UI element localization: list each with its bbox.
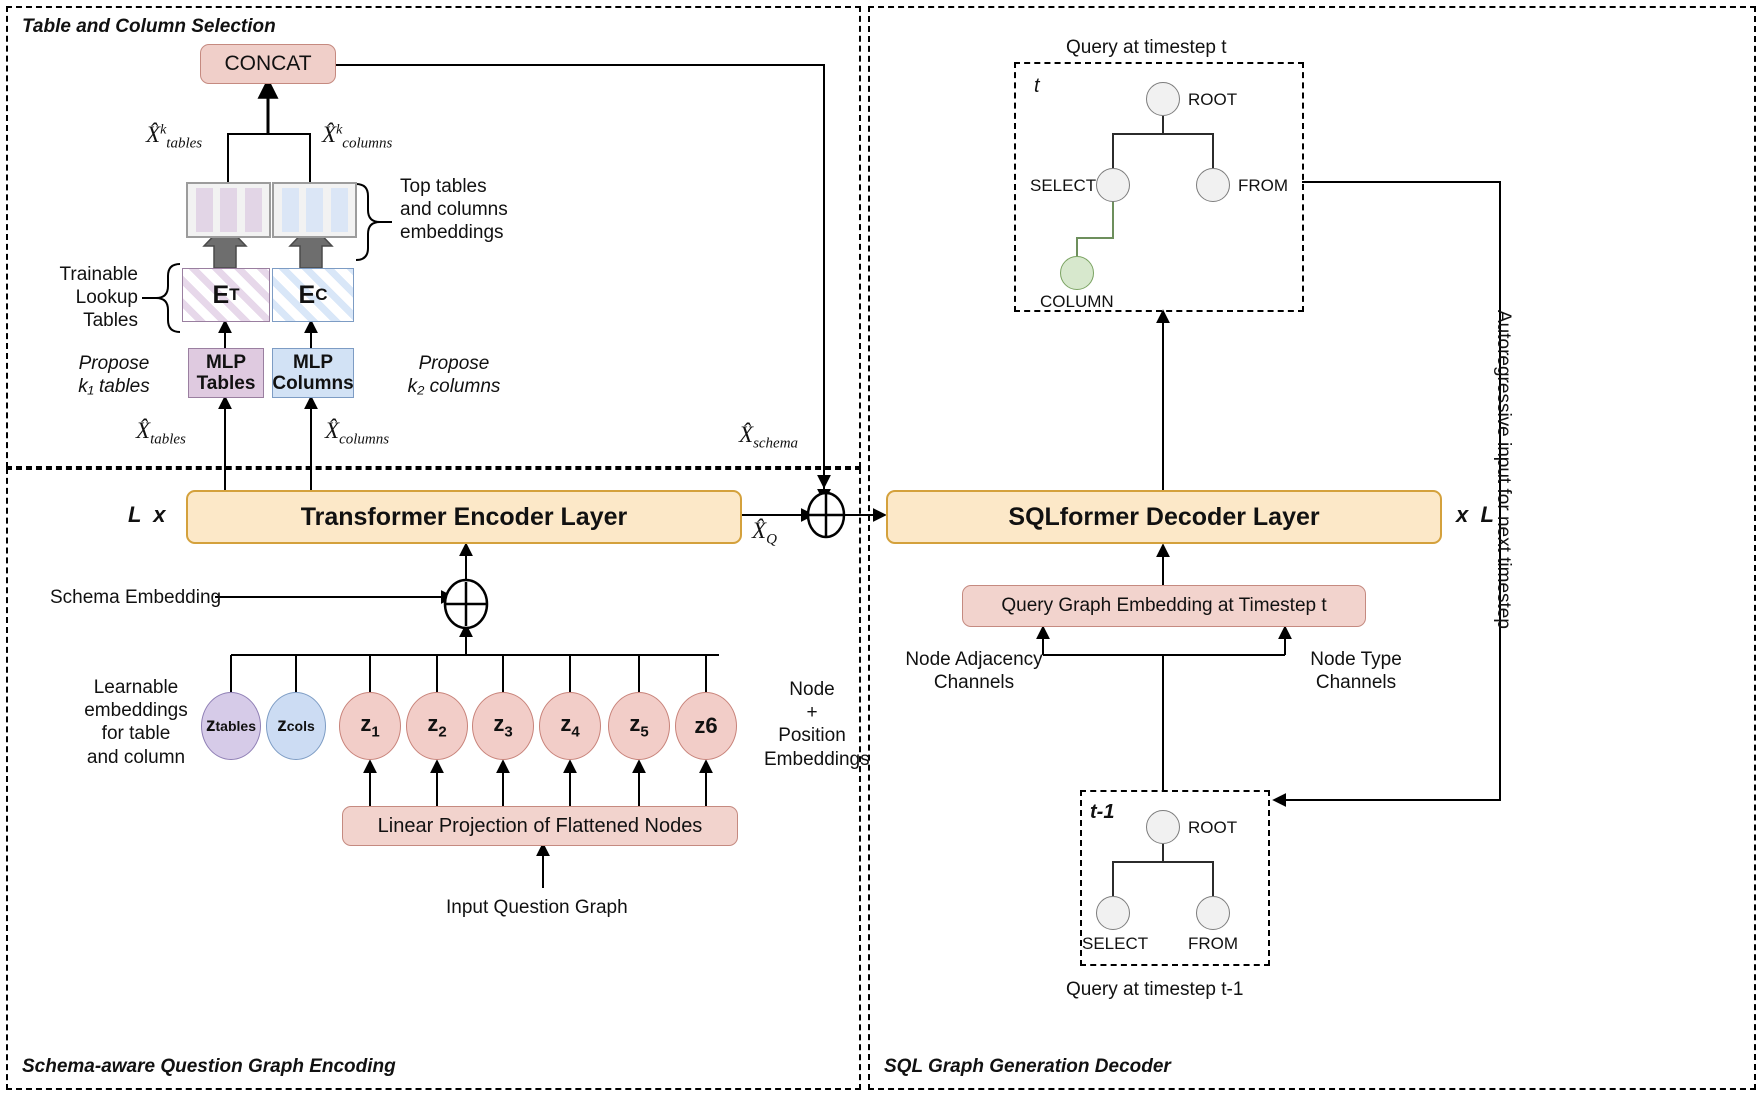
top-embeddings-note: Top tables and columns embeddings <box>400 176 508 244</box>
trainable-lookup-note: Trainable Lookup Tables <box>59 264 138 332</box>
node-z-cols[interactable]: zcols <box>266 692 326 760</box>
top-tables-embedding-strip <box>186 182 271 238</box>
node-z-tables-label: ztables <box>206 715 256 736</box>
input-question-graph-label: Input Question Graph <box>446 897 628 918</box>
concat-box[interactable]: CONCAT <box>200 44 336 84</box>
query-tminus1-from-label: FROM <box>1188 934 1239 953</box>
query-t-node-root[interactable] <box>1146 82 1180 116</box>
learnable-embeddings-note: Learnable embeddings for table and colum… <box>84 677 188 768</box>
query-tminus1-node-select[interactable] <box>1096 896 1130 930</box>
node-z-2-label: z2 <box>427 711 447 741</box>
node-type-channels-label: Node Type Channels <box>1310 649 1402 694</box>
linear-projection-box[interactable]: Linear Projection of Flattened Nodes <box>342 806 738 846</box>
query-t-node-from[interactable] <box>1196 168 1230 202</box>
x-tables-label: X̂tables <box>136 418 186 448</box>
embedding-cell <box>220 188 237 232</box>
embedding-cell <box>195 188 213 232</box>
embedding-cell <box>244 188 262 232</box>
lookup-table-embeddings: ET <box>182 268 270 322</box>
node-z-6-label: z6 <box>694 713 718 738</box>
node-z-tables[interactable]: ztables <box>201 692 261 760</box>
query-t-root-label: ROOT <box>1188 90 1238 109</box>
query-tminus1-node-from[interactable] <box>1196 896 1230 930</box>
transformer-encoder-layer[interactable]: Transformer Encoder Layer <box>186 490 742 544</box>
query-t-column-label: COLUMN <box>1040 292 1114 311</box>
node-z-1-label: z1 <box>360 711 380 741</box>
node-z-3[interactable]: z3 <box>472 692 534 760</box>
x-columns-label: X̂columns <box>325 418 390 448</box>
panel-schema-aware-encoding <box>6 468 861 1090</box>
query-tminus1-root-label: ROOT <box>1188 818 1238 837</box>
lookup-columns-symbol: E <box>298 280 316 309</box>
embedding-cell <box>330 188 348 232</box>
node-z-4-label: z4 <box>560 711 580 741</box>
query-graph-embedding-box[interactable]: Query Graph Embedding at Timestep t <box>962 585 1366 627</box>
node-position-embeddings-note: Node + Position Embeddings <box>764 679 870 770</box>
query-t-node-column[interactable] <box>1060 256 1094 290</box>
query-tminus1-node-root[interactable] <box>1146 810 1180 844</box>
query-t-from-label: FROM <box>1238 176 1289 195</box>
node-z-5-label: z5 <box>629 711 649 741</box>
node-z-cols-label: zcols <box>277 715 315 736</box>
query-tminus1-select-label: SELECT <box>1082 934 1149 953</box>
panel-title-schema-aware-encoding: Schema-aware Question Graph Encoding <box>22 1056 396 1077</box>
schema-embedding-label: Schema Embedding <box>50 587 222 608</box>
x-schema-label: X̂schema <box>739 422 799 452</box>
x-columns-k-label: X̂kcolumns <box>322 122 393 152</box>
node-z-5[interactable]: z5 <box>608 692 670 760</box>
query-at-timestep-t-caption: Query at timestep t <box>1066 37 1227 58</box>
query-t-select-label: SELECT <box>1030 176 1097 195</box>
query-t-node-select[interactable] <box>1096 168 1130 202</box>
lookup-columns-subscript: C <box>315 285 328 304</box>
decoder-repeat-label: x L <box>1456 502 1494 527</box>
query-tminus1-caption: Query at timestep t-1 <box>1066 979 1244 1000</box>
mlp-columns-box[interactable]: MLP Columns <box>272 348 354 398</box>
node-z-2[interactable]: z2 <box>406 692 468 760</box>
query-tminus1-tag: t-1 <box>1090 801 1115 823</box>
encoder-repeat-label: L x <box>128 502 166 527</box>
mlp-tables-label: MLP Tables <box>196 351 256 394</box>
sqlformer-decoder-layer[interactable]: SQLformer Decoder Layer <box>886 490 1442 544</box>
lookup-tables-subscript: T <box>229 285 240 304</box>
panel-title-sql-graph-decoder: SQL Graph Generation Decoder <box>884 1056 1171 1077</box>
query-graph-embedding-label: Query Graph Embedding at Timestep t <box>1001 595 1327 616</box>
node-z-1[interactable]: z1 <box>339 692 401 760</box>
x-q-label: X̂Q <box>752 518 777 548</box>
node-z-6[interactable]: z6 <box>675 692 737 760</box>
panel-sql-graph-decoder <box>868 6 1756 1090</box>
embedding-cell <box>281 188 299 232</box>
lookup-column-embeddings: EC <box>272 268 354 322</box>
node-z-3-label: z3 <box>493 711 513 741</box>
node-z-4[interactable]: z4 <box>539 692 601 760</box>
mlp-columns-label: MLP Columns <box>272 351 354 394</box>
panel-title-table-column-selection: Table and Column Selection <box>22 16 276 37</box>
propose-k2-label: Propose k₂ columns <box>407 353 501 398</box>
query-t-tag: t <box>1034 75 1040 97</box>
autoregressive-label: Autoregressive input for next timestep <box>1493 310 1514 629</box>
top-columns-embedding-strip <box>272 182 357 238</box>
embedding-cell <box>306 188 323 232</box>
x-tables-k-label: X̂ktables <box>146 122 203 152</box>
lookup-tables-symbol: E <box>212 280 230 309</box>
propose-k1-label: Propose k₁ tables <box>78 353 150 398</box>
node-adjacency-channels-label: Node Adjacency Channels <box>905 649 1043 694</box>
mlp-tables-box[interactable]: MLP Tables <box>188 348 264 398</box>
